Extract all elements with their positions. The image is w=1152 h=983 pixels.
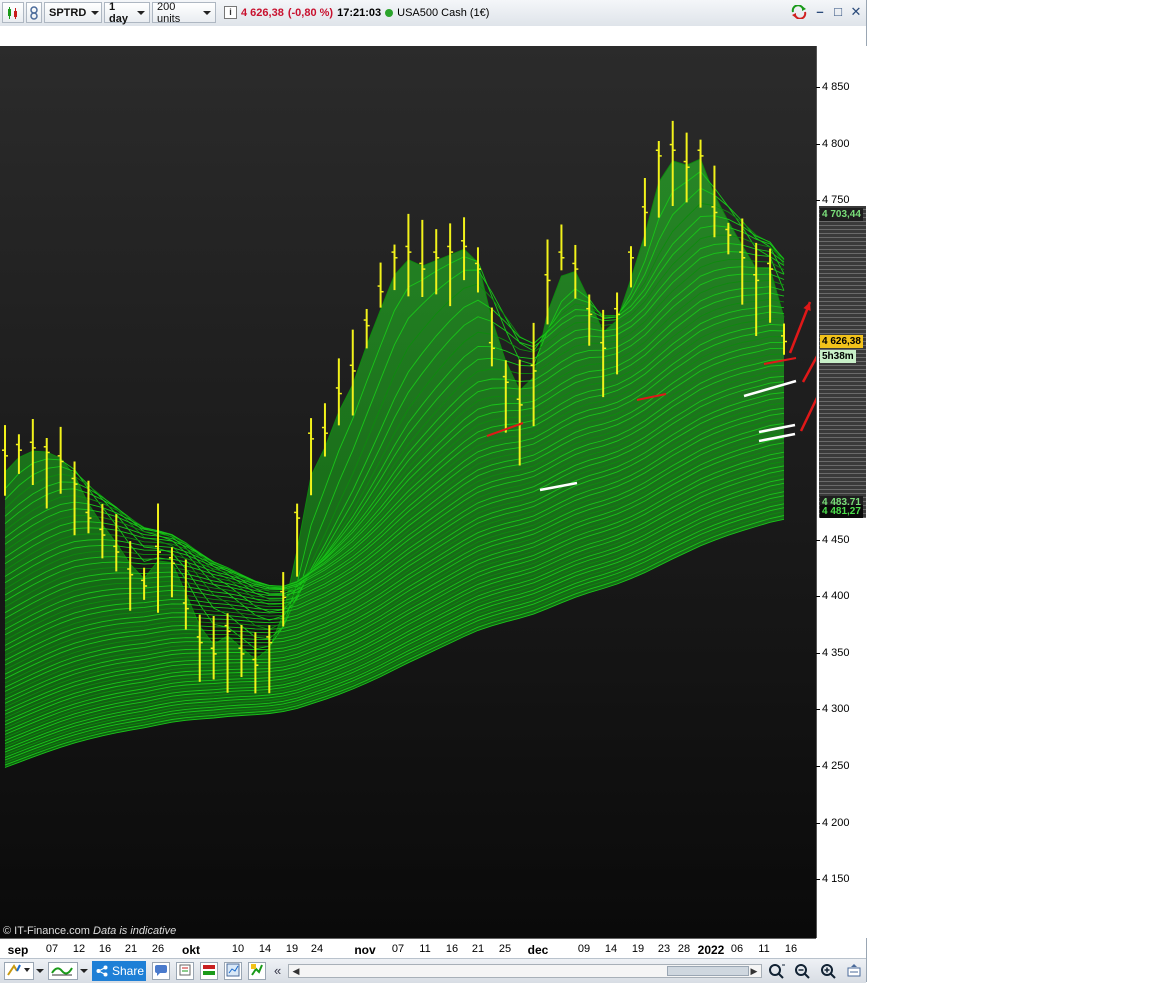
market-open-icon bbox=[385, 8, 394, 17]
x-tick-label: dec bbox=[527, 943, 549, 957]
x-tick-label: 16 bbox=[784, 943, 798, 955]
zoom-in-icon[interactable] bbox=[820, 963, 838, 982]
sync-icon[interactable] bbox=[790, 4, 808, 20]
indicators-icon[interactable] bbox=[48, 962, 78, 980]
zoom-auto-icon[interactable] bbox=[768, 963, 786, 982]
scroll-right-arrow-icon[interactable]: ▶ bbox=[749, 966, 759, 976]
x-tick-label: 14 bbox=[258, 943, 272, 955]
chevron-down-icon[interactable] bbox=[80, 969, 88, 973]
share-button[interactable]: Share bbox=[92, 961, 146, 981]
timeframe-selector[interactable]: 1 day bbox=[104, 0, 150, 25]
lower-tag-2: 4 481,27 bbox=[820, 505, 863, 518]
timeframe-label: 1 day bbox=[109, 0, 128, 25]
y-tick-label: 4 450 bbox=[816, 533, 850, 546]
credit-text: © IT-Finance.com bbox=[3, 925, 90, 937]
x-tick-label: 11 bbox=[758, 943, 770, 955]
x-tick-label: 11 bbox=[419, 943, 431, 955]
link-icon[interactable] bbox=[26, 2, 42, 23]
top-toolbar: SPTRD 1 day 200 units i 4 626,38 (-0,80 … bbox=[0, 0, 866, 27]
x-tick-label: 07 bbox=[391, 943, 405, 955]
horizontal-scrollbar[interactable]: ◀ ▶ bbox=[288, 964, 762, 978]
time-axis[interactable]: sep 07 12 16 21 26 okt 10 14 19 24 nov 07 11 16 21 25 dec… bbox=[0, 938, 816, 959]
share-icon bbox=[96, 965, 108, 977]
close-button[interactable]: ✕ bbox=[850, 5, 862, 18]
x-tick-label: 21 bbox=[124, 943, 138, 955]
x-tick-label: 25 bbox=[498, 943, 512, 955]
countdown-tag: 5h38m bbox=[820, 350, 856, 363]
screener-icon[interactable] bbox=[224, 962, 242, 980]
x-tick-label: 21 bbox=[471, 943, 485, 955]
symbol-label: SPTRD bbox=[49, 6, 87, 19]
x-tick-label: 19 bbox=[285, 943, 299, 955]
trading-system-icon[interactable] bbox=[248, 962, 266, 980]
chat-icon[interactable] bbox=[152, 962, 170, 980]
symbol-selector[interactable]: SPTRD bbox=[44, 2, 102, 23]
y-tick-label: 4 150 bbox=[816, 873, 850, 886]
y-tick-label: 4 400 bbox=[816, 590, 850, 603]
drawing-tools-icon[interactable] bbox=[4, 962, 34, 980]
last-price: 4 626,38 bbox=[241, 6, 284, 19]
x-tick-label: 16 bbox=[445, 943, 459, 955]
chevron-down-icon[interactable] bbox=[36, 969, 44, 973]
current-price-tag: 4 626,38 bbox=[820, 335, 863, 348]
minimize-button[interactable]: – bbox=[814, 5, 826, 18]
x-tick-label: 28 bbox=[677, 943, 691, 955]
price-change: (-0,80 %) bbox=[287, 6, 334, 19]
info-icon[interactable]: i bbox=[224, 6, 237, 19]
x-tick-label: 19 bbox=[631, 943, 645, 955]
price-info: i 4 626,38 (-0,80 %) 17:21:03 USA500 Cas… bbox=[224, 6, 489, 19]
x-tick-label: 16 bbox=[98, 943, 112, 955]
chart-header-band bbox=[0, 26, 866, 46]
x-tick-label: nov bbox=[354, 943, 376, 957]
y-tick-label: 4 850 bbox=[816, 81, 850, 93]
x-tick-label: 06 bbox=[730, 943, 744, 955]
order-list-icon[interactable] bbox=[176, 962, 194, 980]
y-tick-label: 4 800 bbox=[816, 137, 850, 150]
price-axis[interactable]: 4 850 4 800 4 750 4 450 4 400 4 350 4 300 4 250… bbox=[816, 46, 867, 938]
candlestick-type-icon[interactable] bbox=[2, 2, 24, 23]
x-tick-label: 12 bbox=[72, 943, 86, 955]
x-tick-label: 23 bbox=[657, 943, 671, 955]
y-tick-label: 4 300 bbox=[816, 703, 850, 716]
x-tick-label: 10 bbox=[231, 943, 245, 955]
chevron-down-icon bbox=[203, 10, 211, 15]
x-tick-label: 07 bbox=[45, 943, 59, 955]
zoom-out-icon[interactable] bbox=[794, 963, 812, 982]
scroll-left-button[interactable]: « bbox=[274, 963, 281, 978]
chevron-down-icon bbox=[91, 10, 100, 15]
scrollbar-thumb[interactable] bbox=[667, 966, 749, 976]
chart-settings-icon[interactable] bbox=[846, 963, 862, 982]
x-tick-label: sep bbox=[7, 943, 29, 957]
x-tick-label: 24 bbox=[310, 943, 324, 955]
y-tick-label: 4 750 bbox=[816, 194, 850, 207]
units-selector[interactable]: 200 units bbox=[152, 0, 216, 25]
price-chart[interactable] bbox=[0, 46, 816, 938]
units-label: 200 units bbox=[157, 0, 181, 25]
chart-credit: © IT-Finance.com Data is indicative bbox=[3, 925, 176, 937]
x-tick-label: 26 bbox=[151, 943, 165, 955]
y-tick-label: 4 200 bbox=[816, 816, 850, 829]
chart-window: SPTRD 1 day 200 units i 4 626,38 (-0,80 … bbox=[0, 0, 867, 983]
quote-time: 17:21:03 bbox=[337, 6, 382, 19]
portfolio-icon[interactable] bbox=[200, 962, 218, 980]
bottom-toolbar: Share « ◀ ▶ bbox=[0, 958, 866, 983]
window-controls: – □ ✕ bbox=[790, 4, 862, 20]
scroll-left-arrow-icon[interactable]: ◀ bbox=[291, 966, 301, 976]
chevron-down-icon bbox=[137, 10, 145, 15]
disclaimer-text: Data is indicative bbox=[93, 925, 177, 937]
instrument-name: USA500 Cash (1€) bbox=[397, 6, 490, 19]
x-tick-label: 14 bbox=[604, 943, 618, 955]
maximize-button[interactable]: □ bbox=[832, 5, 844, 18]
x-tick-label: 09 bbox=[577, 943, 591, 955]
y-tick-label: 4 350 bbox=[816, 646, 850, 659]
upper-tag: 4 703,44 bbox=[820, 208, 863, 221]
x-tick-label: okt bbox=[182, 943, 200, 957]
share-label: Share bbox=[112, 964, 145, 978]
x-tick-label: 2022 bbox=[697, 943, 725, 957]
y-tick-label: 4 250 bbox=[816, 760, 850, 773]
